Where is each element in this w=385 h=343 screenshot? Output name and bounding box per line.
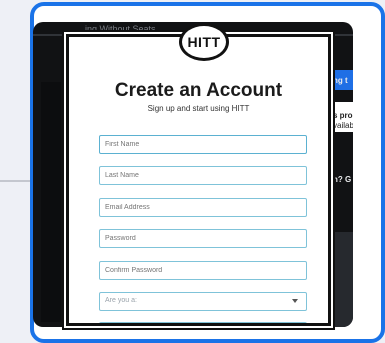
next-input-partial[interactable] (99, 322, 307, 323)
first-name-input[interactable] (99, 135, 307, 154)
password-input[interactable] (99, 229, 307, 248)
background-card-text-2: vailab (333, 121, 353, 130)
role-select[interactable]: Are you a: (99, 292, 307, 311)
last-name-input[interactable] (99, 166, 307, 185)
hitt-logo: HITT (179, 23, 229, 61)
background-strip-text: ng t (333, 76, 348, 85)
background-divider (0, 180, 34, 182)
background-card-text-1: s pro (333, 111, 353, 120)
chevron-down-icon (292, 299, 298, 303)
confirm-password-input[interactable] (99, 261, 307, 280)
role-select-label: Are you a: (105, 297, 137, 304)
email-input[interactable] (99, 198, 307, 217)
modal-title: Create an Account (114, 80, 283, 101)
create-account-modal: Create an Account Sign up and start usin… (66, 34, 331, 326)
background-left-panel (41, 82, 61, 322)
modal-subtitle: Sign up and start using HITT (147, 104, 250, 113)
background-page-title: ing Without Seats (85, 24, 156, 34)
background-question-text: n? G (333, 175, 352, 184)
background-right-panel (330, 232, 353, 327)
